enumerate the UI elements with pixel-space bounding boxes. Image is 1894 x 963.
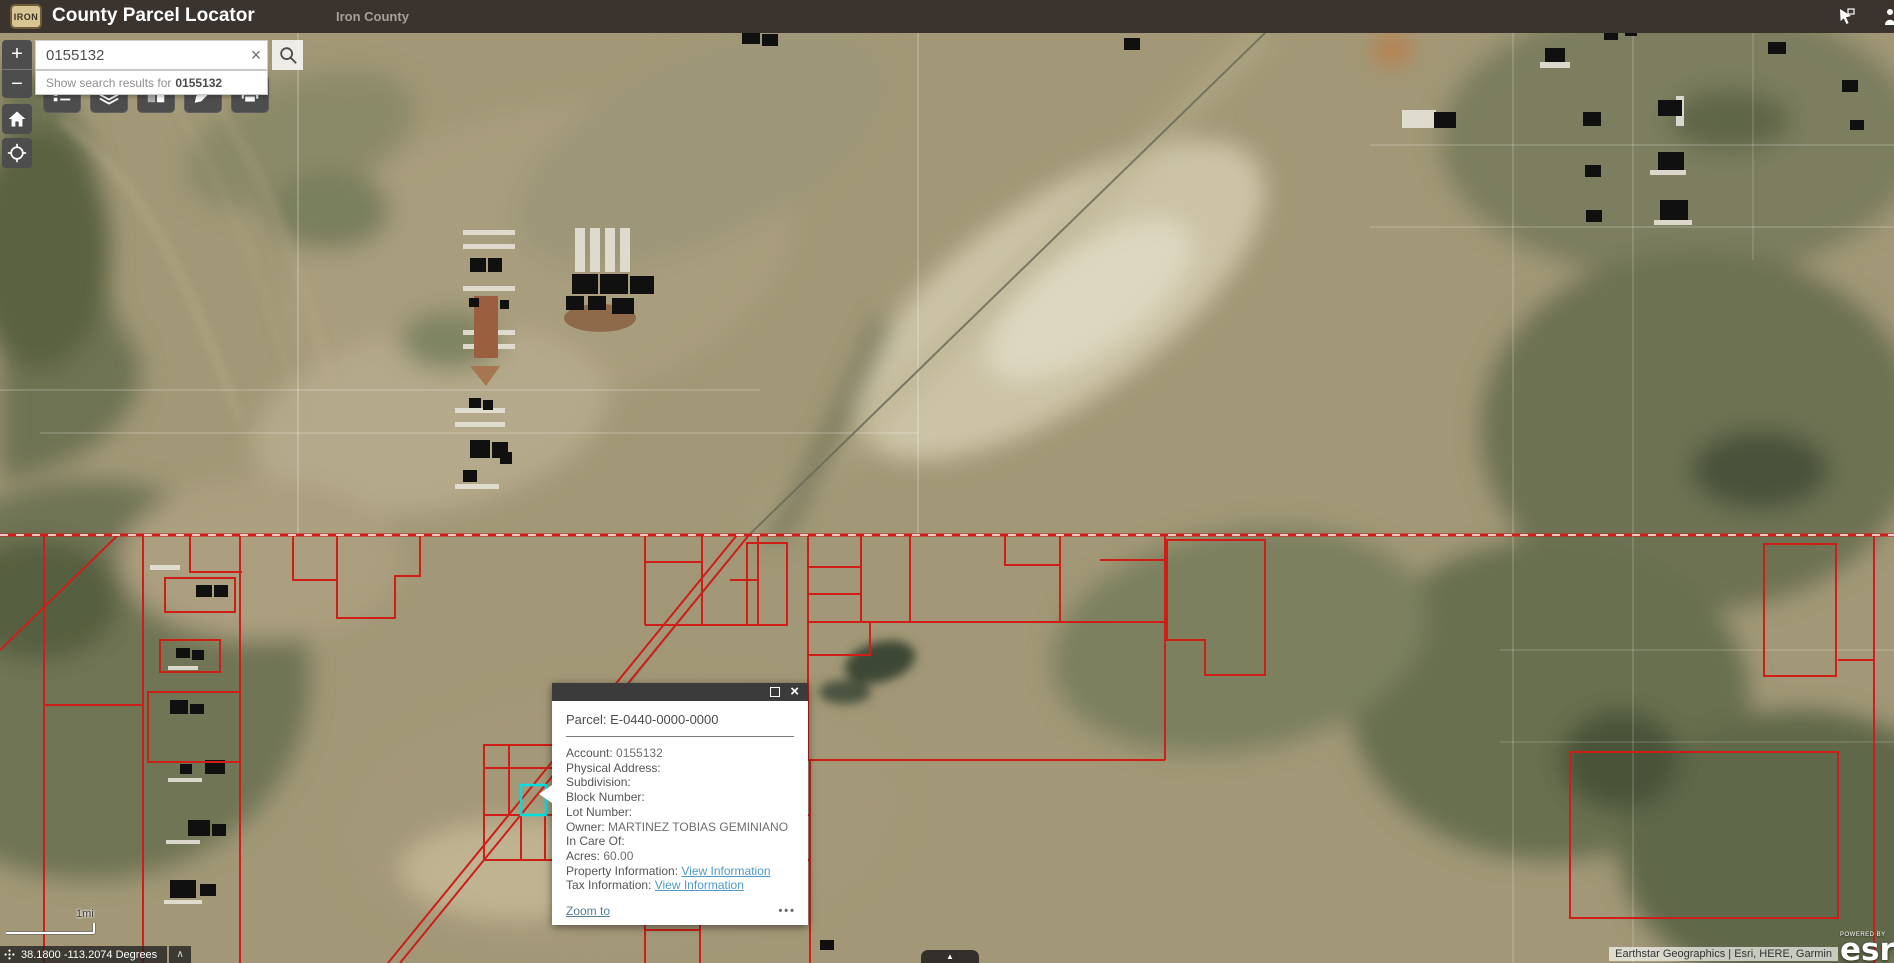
parcel-locator-app: IRON County Parcel Locator Iron County +…: [0, 0, 1894, 963]
popup-field-label: Property Information:: [566, 864, 681, 878]
coordinate-text: 38.1800 -113.2074 Degrees: [21, 949, 157, 961]
popup-field-label: Block Number:: [566, 790, 645, 804]
county-name-label: Iron County: [336, 9, 409, 24]
esri-logo-text: esri: [1840, 938, 1894, 963]
popup-field-row: Physical Address:: [566, 761, 794, 776]
locate-icon: [7, 143, 27, 163]
popup-field-row: Block Number:: [566, 790, 794, 805]
search-suggestion[interactable]: Show search results for 0155132: [35, 70, 268, 95]
zoom-in-button[interactable]: +: [2, 40, 32, 69]
popup-field-label: Account:: [566, 746, 616, 760]
coordinate-display: 38.1800 -113.2074 Degrees: [0, 946, 167, 963]
attribute-table-tab[interactable]: ▲: [921, 950, 979, 963]
terrain-layer: [0, 0, 1894, 963]
zoom-to-link[interactable]: Zoom to: [566, 904, 610, 918]
close-icon[interactable]: ×: [790, 687, 799, 697]
maximize-icon[interactable]: [770, 687, 780, 697]
popup-field-label: Owner:: [566, 820, 608, 834]
parcel-popup: × Parcel: E-0440-0000-0000 Account: 0155…: [552, 683, 808, 925]
popup-field-value: 0155132: [616, 746, 663, 760]
popup-field-label: Tax Information:: [566, 878, 655, 892]
select-tool-icon[interactable]: [1836, 7, 1856, 27]
esri-logo: POWERED BY esri: [1840, 932, 1894, 963]
search-button[interactable]: [272, 40, 303, 70]
more-actions-icon[interactable]: •••: [778, 905, 796, 917]
home-button[interactable]: [2, 104, 32, 134]
popup-field-row: Lot Number:: [566, 805, 794, 820]
zoom-out-button[interactable]: −: [2, 69, 32, 99]
popup-field-label: Acres:: [566, 849, 603, 863]
popup-field-row: Owner: MARTINEZ TOBIAS GEMINIANO: [566, 820, 794, 835]
popup-field-label: Lot Number:: [566, 805, 632, 819]
popup-field-row: Property Information: View Information: [566, 864, 794, 879]
clear-search-icon[interactable]: ×: [245, 45, 267, 66]
popup-field-row: Tax Information: View Information: [566, 878, 794, 893]
map-attribution: Earthstar Geographics | Esri, HERE, Garm…: [1609, 947, 1838, 961]
search-input[interactable]: [36, 47, 245, 64]
view-information-link[interactable]: View Information: [655, 878, 744, 892]
scale-label: 1mi: [76, 908, 94, 920]
app-title: County Parcel Locator: [52, 5, 255, 27]
coordinate-expand-button[interactable]: ∧: [169, 946, 191, 963]
my-location-button[interactable]: [2, 138, 32, 168]
suggestion-term: 0155132: [175, 76, 222, 90]
popup-body: Parcel: E-0440-0000-0000 Account: 015513…: [552, 701, 808, 893]
map-canvas[interactable]: [0, 0, 1894, 963]
popup-field-row: Account: 0155132: [566, 746, 794, 761]
scale-bar: 1mi: [4, 914, 114, 941]
popup-field-row: Subdivision:: [566, 775, 794, 790]
popup-field-value: 60.00: [603, 849, 633, 863]
popup-footer: Zoom to •••: [566, 904, 796, 918]
popup-field-row: In Care Of:: [566, 834, 794, 849]
county-logo: IRON: [10, 4, 42, 29]
popup-field-label: Subdivision:: [566, 775, 631, 789]
search-icon: [278, 45, 298, 65]
search-input-box: ×: [35, 40, 268, 70]
popup-field-row: Acres: 60.00: [566, 849, 794, 864]
home-icon: [7, 109, 27, 129]
zoom-control: + −: [2, 40, 32, 98]
county-logo-text: IRON: [14, 12, 39, 22]
suggestion-text: Show search results for: [46, 76, 171, 90]
clipped-widget-icon[interactable]: [1880, 7, 1894, 27]
popup-field-value: MARTINEZ TOBIAS GEMINIANO: [608, 820, 788, 834]
popup-field-label: Physical Address:: [566, 761, 661, 775]
coordinate-widget: 38.1800 -113.2074 Degrees ∧: [0, 946, 191, 963]
app-header: IRON County Parcel Locator Iron County: [0, 0, 1894, 33]
popup-parcel-title: Parcel: E-0440-0000-0000: [566, 712, 794, 727]
view-information-link[interactable]: View Information: [681, 864, 770, 878]
popup-anchor-arrow: [539, 785, 552, 803]
popup-field-label: In Care Of:: [566, 834, 625, 848]
popup-fields: Account: 0155132Physical Address: Subdiv…: [566, 746, 794, 893]
popup-divider: [566, 736, 794, 737]
crosshair-icon[interactable]: [4, 949, 15, 960]
popup-titlebar[interactable]: ×: [552, 683, 808, 701]
